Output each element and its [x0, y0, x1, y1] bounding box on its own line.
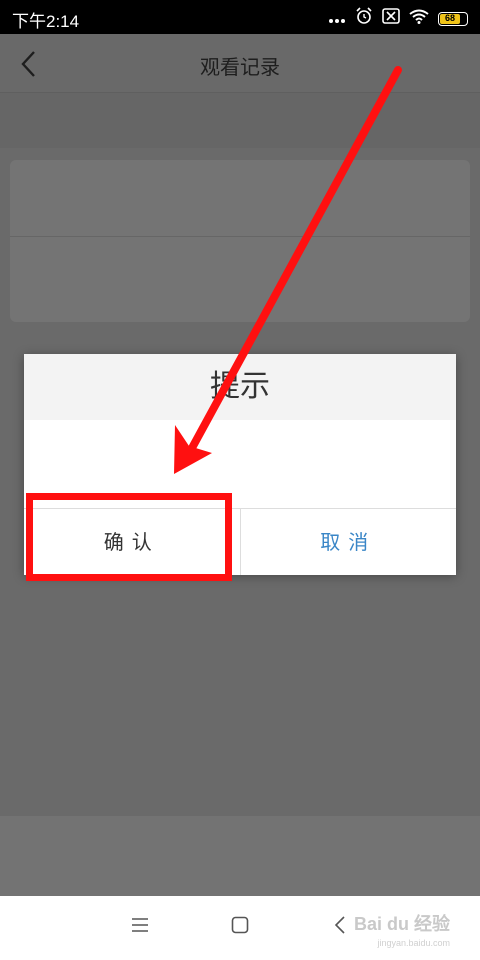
annotation-highlight-box [26, 493, 232, 581]
alarm-icon [355, 7, 373, 30]
bottom-area [0, 816, 480, 896]
sub-header [0, 93, 480, 148]
back-icon[interactable] [331, 915, 349, 939]
watermark-logo: Bai du 经验 [353, 914, 450, 934]
page-title: 观看记录 [200, 55, 280, 79]
status-bar: 下午2:14 68 [0, 0, 480, 34]
wifi-icon [409, 9, 429, 29]
dialog-title: 提示 [24, 354, 456, 420]
watermark-url: jingyan.baidu.com [377, 938, 450, 948]
battery-level: 68 [440, 13, 460, 24]
title-bar: 观看记录 [0, 34, 480, 93]
sim-off-icon [382, 8, 400, 29]
navigation-bar: Bai du 经验 jingyan.baidu.com [0, 896, 480, 960]
history-card [10, 160, 470, 322]
cancel-button[interactable]: 取消 [240, 509, 456, 575]
card-divider [10, 236, 470, 237]
menu-icon[interactable] [131, 916, 149, 938]
more-dots-icon [328, 9, 346, 29]
home-icon[interactable] [231, 916, 249, 938]
status-icons: 68 [328, 7, 468, 30]
status-time: 下午2:14 [12, 12, 80, 31]
battery-icon: 68 [438, 11, 468, 26]
